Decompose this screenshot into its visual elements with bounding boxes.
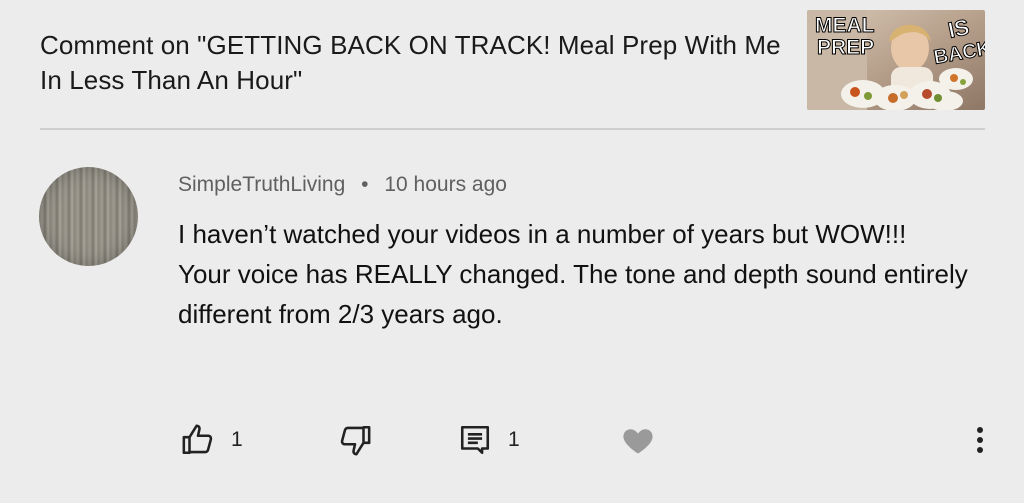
- more-options-button[interactable]: [966, 415, 994, 465]
- reply-count: 1: [508, 428, 520, 451]
- video-thumbnail[interactable]: MEAL PREP IS BACK!: [807, 10, 985, 110]
- thumb-down-icon: [340, 425, 371, 456]
- comment-author[interactable]: SimpleTruthLiving: [178, 173, 345, 196]
- more-vertical-icon: [977, 427, 983, 453]
- like-button[interactable]: 1: [181, 415, 243, 465]
- comment-paragraph-1: I haven’t watched your videos in a numbe…: [178, 219, 907, 249]
- meta-separator: •: [361, 173, 369, 196]
- comment-body: I haven’t watched your videos in a numbe…: [178, 214, 968, 334]
- creator-heart-button[interactable]: [620, 415, 656, 465]
- like-count: 1: [231, 428, 243, 451]
- commenter-avatar[interactable]: [39, 167, 138, 266]
- thumbnail-text-meal: MEAL: [815, 14, 875, 37]
- heart-icon: [623, 429, 653, 454]
- thumb-up-icon: [182, 424, 213, 455]
- comment-context-title: Comment on "GETTING BACK ON TRACK! Meal …: [40, 30, 781, 95]
- thumbnail-image: MEAL PREP IS BACK!: [807, 10, 985, 110]
- comment-paragraph-2: Your voice has REALLY changed. The tone …: [178, 259, 968, 329]
- reply-button[interactable]: 1: [458, 415, 520, 465]
- comment-meta: SimpleTruthLiving • 10 hours ago: [178, 173, 507, 197]
- thumbnail-text-prep: PREP: [817, 36, 874, 59]
- header-divider: [40, 128, 985, 130]
- comment-actions: 1 1: [0, 415, 1024, 465]
- comment-icon: [460, 425, 490, 455]
- dislike-button[interactable]: [338, 415, 372, 465]
- comment-timestamp: 10 hours ago: [384, 173, 507, 196]
